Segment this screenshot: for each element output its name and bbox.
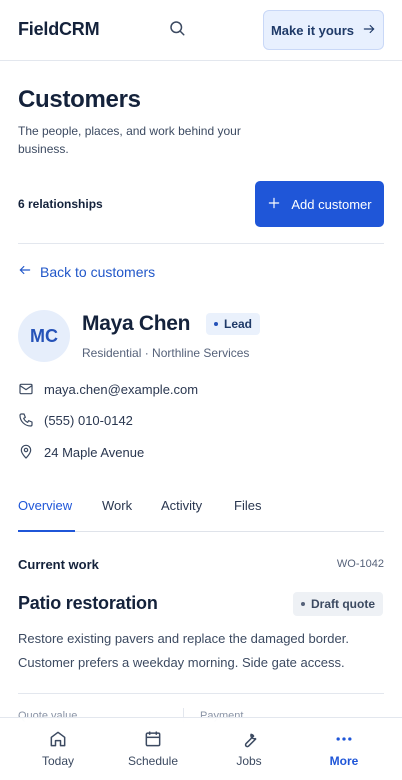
mail-icon xyxy=(18,381,34,397)
make-it-yours-label: Make it yours xyxy=(270,22,355,38)
nav-schedule-label: Schedule xyxy=(127,754,179,768)
add-customer-button[interactable]: Add customer xyxy=(255,181,384,227)
job-status-dot xyxy=(301,602,305,606)
search-icon xyxy=(168,19,186,42)
page-subtitle: The people, places, and work behind your… xyxy=(18,124,241,156)
address-row[interactable]: 24 Maple Avenue xyxy=(18,444,144,460)
phone-icon xyxy=(18,412,34,428)
tab-overview[interactable]: Overview xyxy=(18,498,72,513)
tab-bar: Overview Work Activity Files xyxy=(18,491,384,532)
arrow-left-icon xyxy=(18,263,32,280)
tab-work[interactable]: Work xyxy=(102,498,132,513)
status-label: Lead xyxy=(224,317,253,331)
address-value: 24 Maple Avenue xyxy=(44,444,145,460)
status-badge: Lead xyxy=(206,313,261,335)
back-link-label: Back to customers xyxy=(40,263,156,280)
avatar: MC xyxy=(18,310,70,362)
job-description: Restore existing pavers and replace the … xyxy=(18,631,349,670)
relationships-count: 6 relationships xyxy=(18,197,103,211)
nav-more-label: More xyxy=(329,754,359,768)
brand-logo[interactable]: FieldCRM xyxy=(18,19,100,40)
nav-jobs[interactable]: Jobs xyxy=(199,718,299,780)
job-title[interactable]: Patio restoration xyxy=(18,593,158,614)
map-pin-icon xyxy=(18,444,34,460)
customer-name: Maya Chen xyxy=(82,312,191,335)
calendar-icon xyxy=(142,728,164,750)
divider xyxy=(18,693,384,694)
back-to-customers-link[interactable]: Back to customers xyxy=(18,263,155,280)
tab-files[interactable]: Files xyxy=(234,498,261,513)
job-status-badge: Draft quote xyxy=(293,592,383,616)
home-icon xyxy=(47,728,69,750)
work-order-id: WO-1042 xyxy=(336,558,384,570)
nav-jobs-label: Jobs xyxy=(236,754,262,768)
phone-row[interactable]: (555) 010-0142 xyxy=(18,412,133,428)
make-it-yours-button[interactable]: Make it yours xyxy=(263,10,384,50)
divider xyxy=(18,243,384,244)
nav-schedule[interactable]: Schedule xyxy=(103,718,203,780)
arrow-right-icon xyxy=(362,22,376,39)
current-work-heading: Current work xyxy=(18,557,99,572)
wrench-icon xyxy=(238,728,260,750)
more-dots-icon xyxy=(333,728,355,750)
bottom-nav: Today Schedule Jobs More xyxy=(0,717,402,780)
plus-icon xyxy=(267,196,281,213)
job-status-label: Draft quote xyxy=(311,597,375,611)
nav-today[interactable]: Today xyxy=(8,718,108,780)
email-row[interactable]: maya.chen@example.com xyxy=(18,381,198,397)
nav-more[interactable]: More xyxy=(294,718,394,780)
tab-activity[interactable]: Activity xyxy=(161,498,202,513)
status-dot xyxy=(214,322,218,326)
active-tab-indicator xyxy=(18,530,75,532)
page-title: Customers xyxy=(18,86,141,113)
phone-value: (555) 010-0142 xyxy=(44,412,133,428)
search-button[interactable] xyxy=(166,19,188,41)
top-bar: FieldCRM Make it yours xyxy=(0,0,402,61)
customer-meta: Residential · Northline Services xyxy=(82,346,250,360)
email-value: maya.chen@example.com xyxy=(44,381,199,397)
add-customer-label: Add customer xyxy=(291,196,372,212)
nav-today-label: Today xyxy=(41,754,75,768)
